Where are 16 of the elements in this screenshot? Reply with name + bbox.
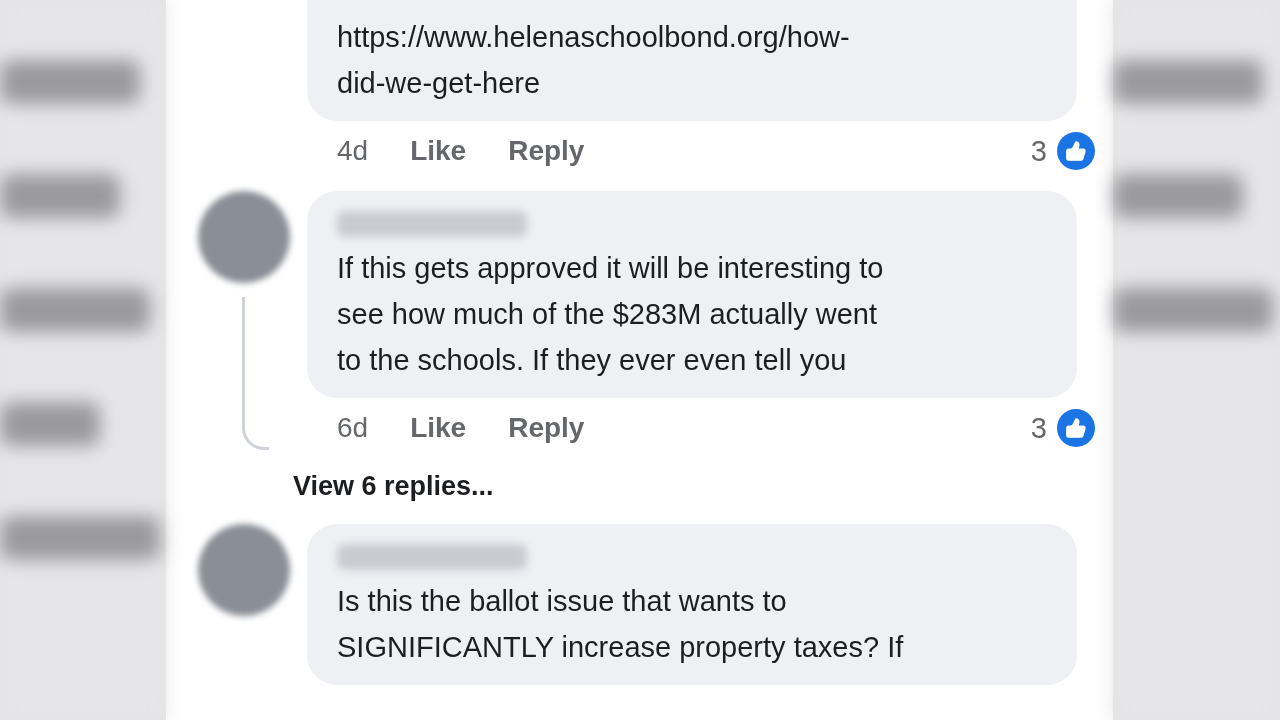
thumbs-up-icon bbox=[1057, 409, 1095, 447]
view-replies-link[interactable]: View 6 replies... bbox=[293, 470, 1077, 502]
reaction-count: 3 bbox=[1030, 411, 1047, 445]
reply-button[interactable]: Reply bbox=[508, 135, 585, 167]
thumbs-up-icon bbox=[1057, 132, 1095, 170]
avatar-placeholder[interactable] bbox=[198, 524, 290, 616]
avatar-placeholder[interactable] bbox=[198, 191, 290, 283]
comment-text: If this gets approved it will be interesting to see how much of the $283M actually went to the schools. If they ever even tell you bbox=[337, 251, 885, 378]
reply-button[interactable]: Reply bbox=[508, 412, 585, 444]
comment-time: 4d bbox=[337, 135, 369, 167]
comment-time: 6d bbox=[337, 412, 369, 444]
like-button[interactable]: Like bbox=[410, 412, 467, 444]
like-button[interactable]: Like bbox=[410, 135, 467, 167]
comment-text: https://www.helenaschoolbond.org/how- did-we-get-here bbox=[337, 20, 851, 101]
comment-text: Is this the ballot issue that wants to SIGNIFICANTLY increase property taxes? If bbox=[337, 584, 905, 665]
reaction-count: 3 bbox=[1030, 134, 1047, 168]
